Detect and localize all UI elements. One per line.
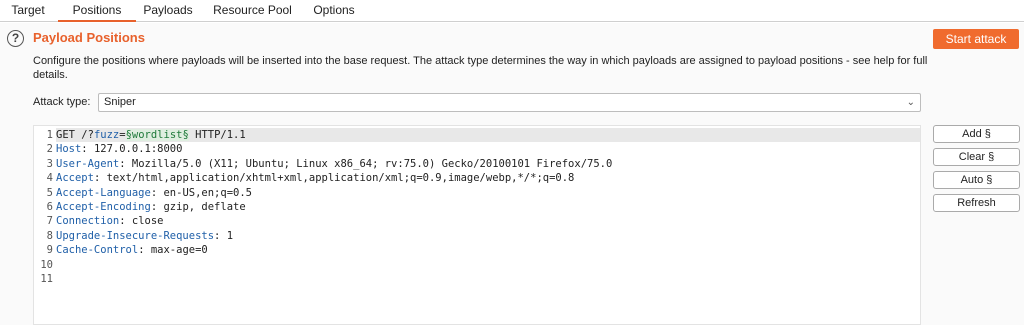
header-value: gzip, deflate bbox=[157, 200, 246, 213]
tab-bar: Target Positions Payloads Resource Pool … bbox=[0, 0, 1024, 22]
payload-position[interactable]: wordlist bbox=[131, 129, 183, 141]
header-line: Host: 127.0.0.1:8000 bbox=[56, 143, 183, 156]
tab-payloads[interactable]: Payloads bbox=[136, 0, 200, 22]
line-number-gutter: 1 2 3 4 5 6 7 8 9 10 11 bbox=[34, 128, 53, 286]
tab-options[interactable]: Options bbox=[305, 0, 363, 22]
line-number: 7 bbox=[46, 215, 53, 228]
line-number: 6 bbox=[46, 200, 53, 213]
header-line: Upgrade-Insecure-Requests: 1 bbox=[56, 229, 234, 242]
page-title: Payload Positions bbox=[33, 30, 145, 45]
attack-type-value: Sniper bbox=[104, 96, 136, 108]
empty-line bbox=[56, 258, 920, 272]
request-lines: GET /?fuzz=§wordlist§ HTTP/1.1 Host: 127… bbox=[56, 128, 920, 286]
request-method: GET /? bbox=[56, 129, 94, 141]
line-number: 2 bbox=[46, 143, 53, 156]
empty-line bbox=[56, 272, 920, 286]
description-text: Configure the positions where payloads w… bbox=[33, 55, 928, 81]
chevron-down-icon: ⌄ bbox=[906, 97, 915, 108]
help-icon[interactable]: ? bbox=[7, 30, 24, 47]
header-value: max-age=0 bbox=[144, 244, 208, 257]
header-value: 127.0.0.1:8000 bbox=[87, 143, 183, 156]
header-line: User-Agent: Mozilla/5.0 (X11; Ubuntu; Li… bbox=[56, 157, 613, 170]
header-value: 1 bbox=[220, 229, 234, 242]
header-value: close bbox=[125, 215, 164, 228]
http-version: HTTP/1.1 bbox=[188, 129, 246, 141]
header-name: Cache-Control bbox=[56, 244, 139, 257]
tab-target[interactable]: Target bbox=[4, 0, 52, 22]
refresh-button[interactable]: Refresh bbox=[933, 194, 1020, 212]
header-value: Mozilla/5.0 (X11; Ubuntu; Linux x86_64; … bbox=[125, 157, 613, 170]
query-param-name: fuzz bbox=[93, 129, 120, 141]
line-number: 5 bbox=[46, 186, 53, 199]
equals-sign: = bbox=[119, 129, 126, 141]
payload-marker-start: § bbox=[125, 129, 132, 141]
header-line: Accept: text/html,application/xhtml+xml,… bbox=[56, 172, 575, 185]
attack-type-label: Attack type: bbox=[33, 96, 91, 108]
header-line: Accept-Language: en-US,en;q=0.5 bbox=[56, 186, 252, 199]
line-number: 1 bbox=[46, 129, 53, 141]
header-value: en-US,en;q=0.5 bbox=[157, 186, 252, 199]
line-number: 11 bbox=[40, 272, 53, 285]
clear-markers-button[interactable]: Clear § bbox=[933, 148, 1020, 166]
header-name: Accept-Language bbox=[56, 186, 151, 199]
auto-markers-button[interactable]: Auto § bbox=[933, 171, 1020, 189]
header-line: Cache-Control: max-age=0 bbox=[56, 244, 208, 257]
header-name: Upgrade-Insecure-Requests bbox=[56, 229, 215, 242]
header-name: User-Agent bbox=[56, 157, 120, 170]
request-line: GET /?fuzz=§wordlist§ HTTP/1.1 bbox=[56, 128, 920, 143]
header-line: Connection: close bbox=[56, 215, 164, 228]
header-name: Connection bbox=[56, 215, 120, 228]
tab-resource-pool[interactable]: Resource Pool bbox=[205, 0, 300, 22]
line-number: 10 bbox=[40, 258, 53, 271]
header-name: Accept bbox=[56, 172, 94, 185]
start-attack-button[interactable]: Start attack bbox=[933, 29, 1019, 49]
header-line: Accept-Encoding: gzip, deflate bbox=[56, 200, 246, 213]
attack-type-select[interactable]: Sniper ⌄ bbox=[98, 93, 921, 112]
add-marker-button[interactable]: Add § bbox=[933, 125, 1020, 143]
line-number: 3 bbox=[46, 157, 53, 170]
header-value: text/html,application/xhtml+xml,applicat… bbox=[100, 172, 575, 185]
tab-positions[interactable]: Positions bbox=[58, 0, 136, 22]
line-number: 8 bbox=[46, 229, 53, 242]
line-number: 4 bbox=[46, 172, 53, 185]
request-editor[interactable]: 1 2 3 4 5 6 7 8 9 10 11 GET /?fuzz=§word… bbox=[33, 125, 921, 325]
line-number: 9 bbox=[46, 244, 53, 257]
header-name: Host bbox=[56, 143, 82, 156]
header-name: Accept-Encoding bbox=[56, 200, 151, 213]
